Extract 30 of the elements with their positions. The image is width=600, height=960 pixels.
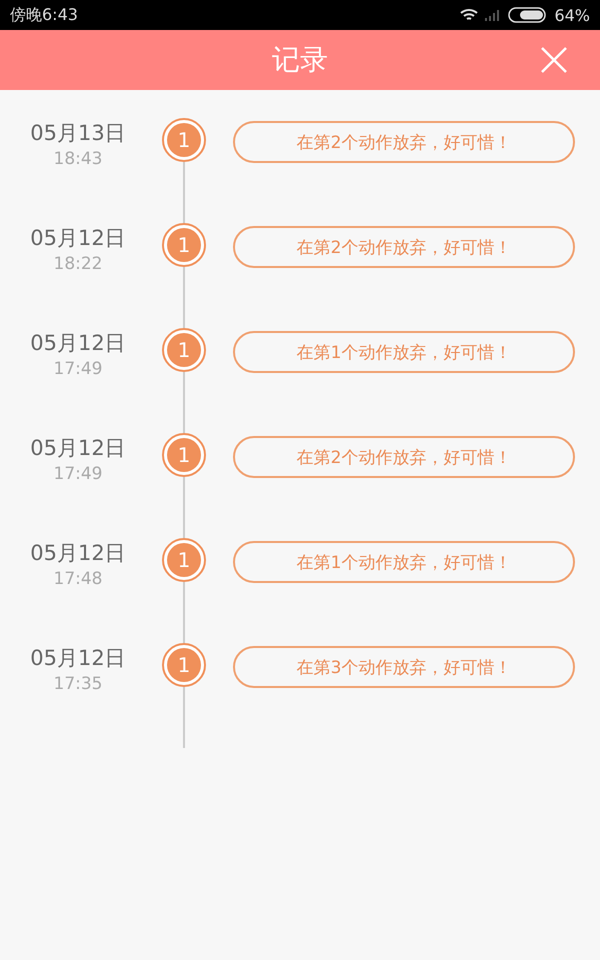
record-date: 05月12日 [30,540,126,567]
record-message: 在第3个动作放弃，好可惜！ [233,646,575,688]
battery-level: 64% [554,6,590,24]
record-date: 05月12日 [30,225,126,252]
record-time: 17:49 [54,463,102,485]
record-date: 05月12日 [30,645,126,672]
record-time: 17:48 [54,568,102,590]
wifi-icon [460,8,478,22]
record-time: 17:35 [54,673,102,695]
record-date: 05月12日 [30,330,126,357]
record-date: 05月13日 [30,120,126,147]
record-time: 18:22 [54,253,102,275]
status-time: 傍晚6:43 [10,4,78,26]
timeline-badge: 1 [162,643,206,687]
record-message: 在第2个动作放弃，好可惜！ [233,121,575,163]
timeline-badge: 1 [162,328,206,372]
record-message: 在第2个动作放弃，好可惜！ [233,226,575,268]
record-time: 18:43 [54,148,102,170]
timeline-badge: 1 [162,433,206,477]
record-date: 05月12日 [30,435,126,462]
timeline-badge: 1 [162,538,206,582]
timeline-badge: 1 [162,223,206,267]
record-message: 在第1个动作放弃，好可惜！ [233,331,575,373]
page-title: 记录 [272,42,328,78]
record-message: 在第1个动作放弃，好可惜！ [233,541,575,583]
record-time: 17:49 [54,358,102,380]
close-icon[interactable] [540,46,568,74]
battery-icon [508,7,548,23]
record-message: 在第2个动作放弃，好可惜！ [233,436,575,478]
timeline-badge: 1 [162,118,206,162]
